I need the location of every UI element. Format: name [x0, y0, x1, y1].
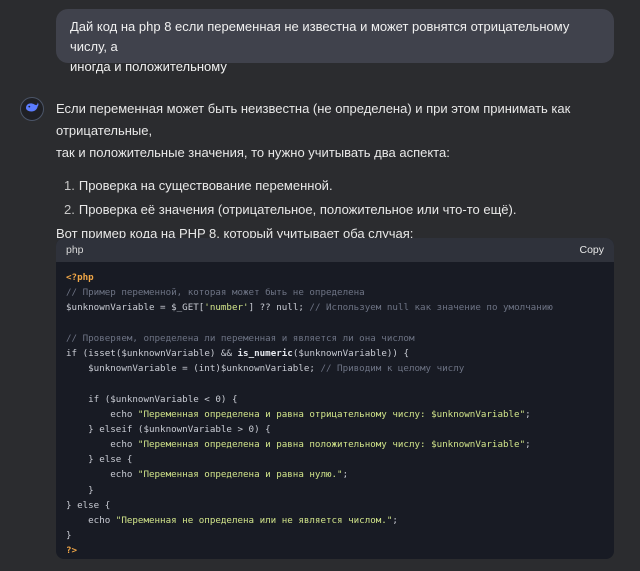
code-line: ?>: [66, 545, 78, 557]
whale-icon: [24, 99, 40, 120]
user-message-line-1: Дай код на php 8 если переменная не изве…: [70, 19, 570, 54]
code-line: } else {: [66, 499, 111, 511]
code-line: echo "Переменная определена и равна нулю…: [66, 469, 349, 481]
bot-intro-line-1: Если переменная может быть неизвестна (н…: [56, 101, 571, 138]
code-line: }: [66, 484, 94, 496]
code-line: $unknownVariable = (int)$unknownVariable…: [66, 363, 465, 375]
code-header: php Copy: [56, 238, 614, 262]
code-line: echo "Переменная не определена или не яв…: [66, 515, 398, 526]
list-item-text: Проверка на существование переменной.: [78, 178, 333, 193]
list-item: 1. Проверка на существование переменной.: [64, 175, 622, 199]
user-message-line-2: иногда и положительному: [70, 59, 227, 74]
code-line: // Проверяем, определена ли переменная и…: [66, 332, 415, 344]
code-line: $unknownVariable = $_GET['number'] ?? nu…: [66, 302, 553, 314]
code-line: }: [66, 530, 72, 542]
list-item: 2. Проверка её значения (отрицательное, п…: [64, 199, 622, 223]
list-item-text: Проверка её значения (отрицательное, пол…: [78, 202, 517, 217]
code-line: echo "Переменная определена и равна отри…: [66, 408, 531, 420]
code-line: } else {: [66, 454, 133, 466]
code-line: ​: [66, 376, 614, 391]
code-line: if (isset($unknownVariable) && is_numeri…: [66, 347, 410, 359]
code-block: php Copy <?php // Пример переменной, кото…: [56, 238, 614, 559]
code-line: // Пример переменной, которая может быть…: [66, 287, 365, 299]
user-message-bubble: Дай код на php 8 если переменная не изве…: [56, 9, 614, 74]
code-line: } elseif ($unknownVariable > 0) {: [66, 423, 271, 435]
code-line: echo "Переменная определена и равна поло…: [66, 439, 531, 451]
list-item-number: 2.: [64, 202, 75, 217]
code-body: <?php // Пример переменной, которая может…: [56, 262, 614, 559]
steps-list: 1. Проверка на существование переменной. …: [56, 175, 622, 223]
code-line: if ($unknownVariable < 0) {: [66, 393, 238, 405]
bot-avatar: [20, 97, 44, 121]
bot-message: Если переменная может быть неизвестна (н…: [56, 98, 622, 245]
copy-button[interactable]: Copy: [579, 244, 604, 256]
bot-intro-line-2: так и положительные значения, то нужно у…: [56, 145, 450, 160]
code-language-label: php: [66, 244, 84, 256]
code-line: ​: [66, 316, 614, 331]
list-item-number: 1.: [64, 178, 75, 193]
code-line: <?php: [66, 272, 94, 283]
